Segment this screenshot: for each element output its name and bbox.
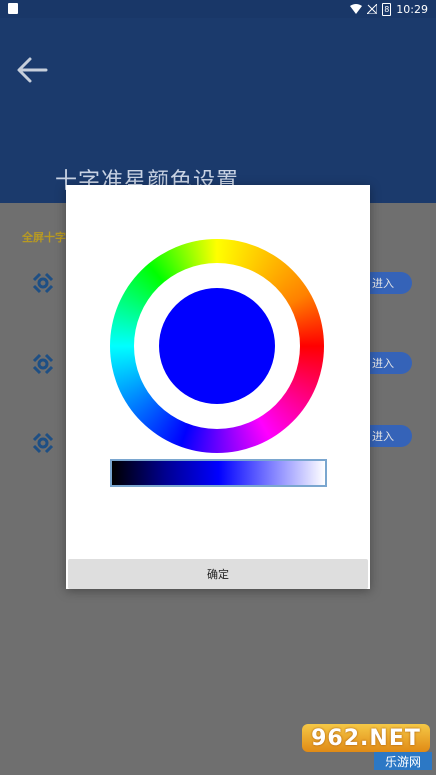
confirm-button[interactable]: 确定 [68, 559, 368, 589]
crosshair-style-icon [32, 353, 54, 375]
status-time: 10:29 [396, 2, 428, 16]
section-title: 全屏十字 [22, 231, 66, 244]
color-wheel-center [134, 263, 300, 429]
watermark-logo-top: 962.NET [302, 724, 430, 752]
brightness-slider[interactable] [110, 459, 327, 487]
watermark-site-name: 乐游网 [374, 752, 432, 770]
signal-off-icon [367, 4, 378, 14]
selected-color-preview[interactable] [159, 288, 275, 404]
crosshair-style-icon [32, 432, 54, 454]
color-wheel[interactable] [110, 239, 324, 453]
color-picker-dialog: 确定 [66, 185, 370, 589]
notification-icon [8, 3, 18, 14]
watermark-logo-text: 962.NET [311, 725, 421, 751]
back-arrow-icon[interactable] [16, 56, 48, 84]
crosshair-style-icon [32, 272, 54, 294]
app-bar: 十字准星颜色设置 [0, 18, 436, 203]
wifi-icon [350, 4, 363, 14]
site-watermark-logo: 962.NET 乐游网 [300, 724, 432, 772]
status-bar: 8 10:29 [0, 0, 436, 18]
status-icons: 8 10:29 [350, 2, 428, 16]
battery-icon: 8 [382, 2, 392, 16]
